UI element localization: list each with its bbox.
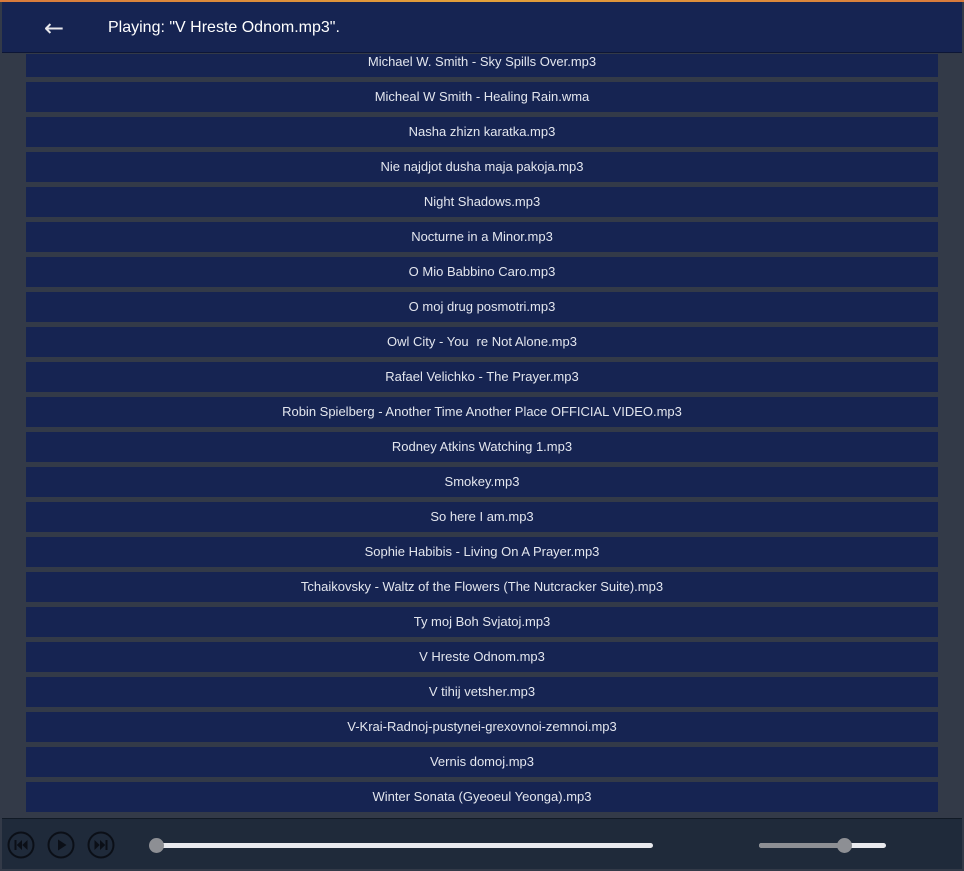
volume-slider-thumb[interactable] — [837, 838, 853, 853]
playlist-scroll-area[interactable]: Michael W. Smith - Sky Spills Over.mp3 Mi… — [0, 54, 964, 818]
playlist-item[interactable]: Robin Spielberg - Another Time Another P… — [26, 397, 938, 427]
playback-controls-bar — [2, 818, 962, 869]
playlist-item[interactable]: Rafael Velichko - The Prayer.mp3 — [26, 362, 938, 392]
skip-next-icon[interactable] — [87, 831, 115, 859]
playlist-item[interactable]: Winter Sonata (Gyeoeul Yeonga).mp3 — [26, 782, 938, 812]
playlist-item[interactable]: Smokey.mp3 — [26, 467, 938, 497]
playlist-item[interactable]: V tihij vetsher.mp3 — [26, 677, 938, 707]
back-arrow-icon[interactable]: ← — [40, 14, 68, 42]
seek-slider-thumb[interactable] — [149, 838, 164, 853]
playlist: Michael W. Smith - Sky Spills Over.mp3 Mi… — [26, 54, 938, 817]
playlist-item[interactable]: Micheal W Smith - Healing Rain.wma — [26, 82, 938, 112]
playlist-item[interactable]: O moj drug posmotri.mp3 — [26, 292, 938, 322]
playlist-item[interactable]: O Mio Babbino Caro.mp3 — [26, 257, 938, 287]
playlist-item[interactable]: Nasha zhizn karatka.mp3 — [26, 117, 938, 147]
playlist-item[interactable]: Owl City - Youre Not Alone.mp3 — [26, 327, 938, 357]
header-bar: ← Playing: "V Hreste Odnom.mp3". — [2, 2, 962, 53]
volume-slider[interactable] — [759, 838, 886, 853]
playlist-item[interactable]: Night Shadows.mp3 — [26, 187, 938, 217]
playlist-item[interactable]: Nie najdjot dusha maja pakoja.mp3 — [26, 152, 938, 182]
playlist-item[interactable]: Ty moj Boh Svjatoj.mp3 — [26, 607, 938, 637]
playlist-item[interactable]: Sophie Habibis - Living On A Prayer.mp3 — [26, 537, 938, 567]
play-icon[interactable] — [47, 831, 75, 859]
playlist-item[interactable]: V Hreste Odnom.mp3 — [26, 642, 938, 672]
seek-slider[interactable] — [149, 838, 653, 853]
volume-slider-fill — [759, 843, 845, 848]
playlist-item[interactable]: V-Krai-Radnoj-pustynei-grexovnoi-zemnoi.… — [26, 712, 938, 742]
playlist-item[interactable]: Vernis domoj.mp3 — [26, 747, 938, 777]
playlist-item[interactable]: Michael W. Smith - Sky Spills Over.mp3 — [26, 54, 938, 77]
playlist-item[interactable]: Tchaikovsky - Waltz of the Flowers (The … — [26, 572, 938, 602]
playlist-item[interactable]: Rodney Atkins Watching 1.mp3 — [26, 432, 938, 462]
media-player-app: ← Playing: "V Hreste Odnom.mp3". Michael… — [0, 0, 964, 871]
now-playing-title: Playing: "V Hreste Odnom.mp3". — [108, 19, 340, 36]
playlist-item[interactable]: So here I am.mp3 — [26, 502, 938, 532]
skip-previous-icon[interactable] — [7, 831, 35, 859]
playlist-item[interactable]: Nocturne in a Minor.mp3 — [26, 222, 938, 252]
